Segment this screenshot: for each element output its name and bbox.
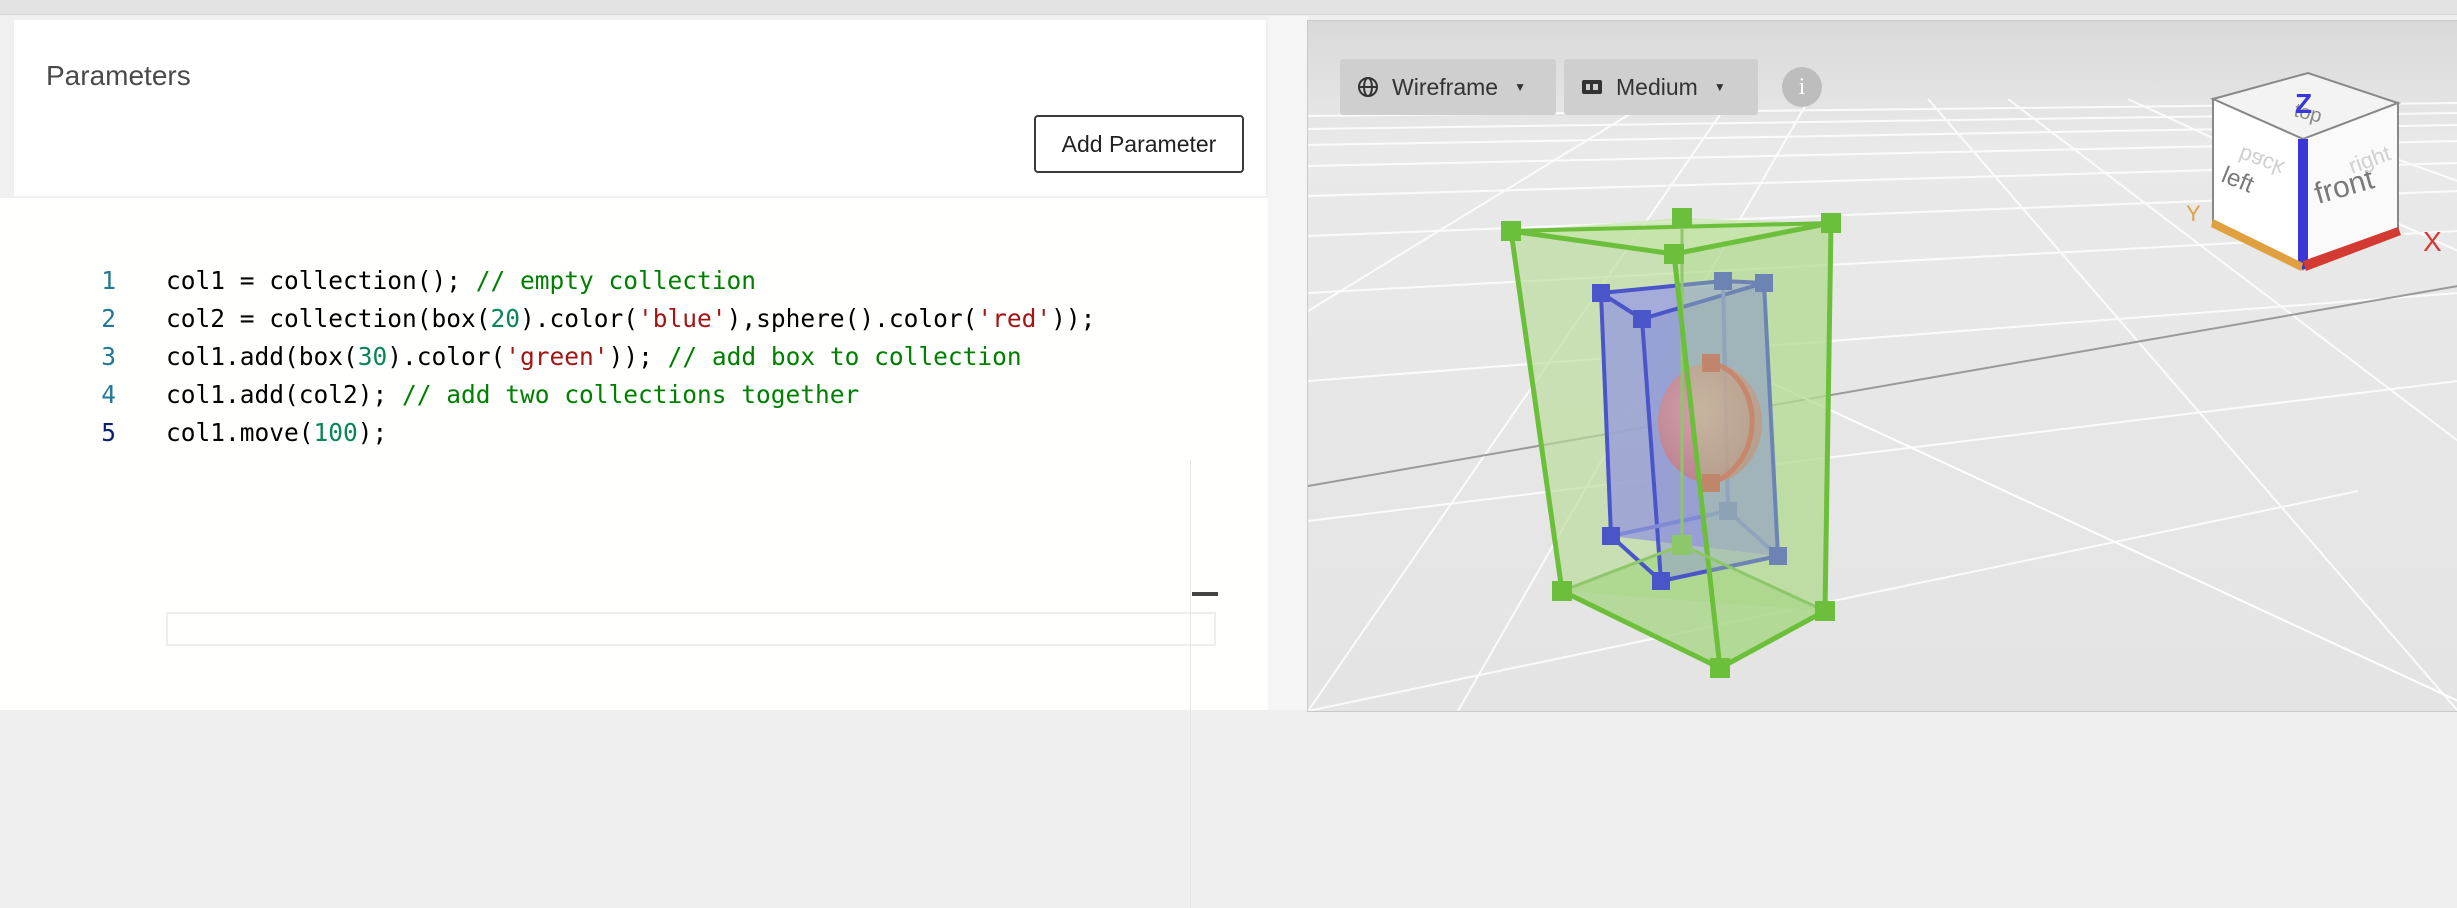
render-mode-label: Wireframe bbox=[1392, 73, 1499, 100]
code-token: )); bbox=[608, 342, 668, 371]
code-token: col1.move( bbox=[166, 418, 314, 447]
line-number: 5 bbox=[101, 418, 116, 447]
code-token: ).color( bbox=[387, 342, 506, 371]
code-text: col1.move(100); bbox=[166, 414, 387, 452]
code-token: ).color( bbox=[520, 304, 639, 333]
code-token: 'red' bbox=[977, 304, 1052, 333]
line-number: 2 bbox=[101, 304, 116, 333]
code-line[interactable]: 1 col1 = collection(); // empty collectio… bbox=[0, 262, 1220, 300]
code-line[interactable]: 5 col1.move(100); bbox=[0, 414, 1220, 452]
code-token: )); bbox=[1051, 304, 1096, 333]
editor-ruler bbox=[1190, 460, 1191, 908]
chevron-down-icon: ▼ bbox=[1514, 80, 1526, 94]
code-token: 'blue' bbox=[638, 304, 727, 333]
code-line[interactable]: 4 col1.add(col2); // add two collections … bbox=[0, 376, 1220, 414]
code-token: 30 bbox=[357, 342, 388, 371]
hd-quality-icon bbox=[1582, 80, 1602, 94]
code-line[interactable]: 2 col2 = collection(box(20).color('blue')… bbox=[0, 300, 1220, 338]
3d-scene[interactable]: top left front back right Z X Y bbox=[1308, 21, 2457, 711]
code-text: col1.add(col2); // add two collections t… bbox=[166, 376, 859, 414]
code-token: // empty collection bbox=[475, 266, 757, 295]
quality-label: Medium bbox=[1616, 73, 1698, 100]
code-text: col2 = collection(box(20).color('blue'),… bbox=[166, 300, 1095, 338]
quality-dropdown[interactable]: Medium ▼ bbox=[1564, 59, 1758, 115]
add-parameter-button[interactable]: Add Parameter bbox=[1034, 115, 1244, 173]
code-token: col1 = collection(); bbox=[166, 266, 476, 295]
z-axis-bar bbox=[2298, 139, 2308, 269]
globe-icon bbox=[1358, 77, 1378, 97]
code-token: col1.add(col2); bbox=[166, 380, 403, 409]
line-number: 3 bbox=[101, 342, 116, 371]
code-editor[interactable]: 1 col1 = collection(); // empty collectio… bbox=[0, 198, 1268, 908]
code-line[interactable]: 3 col1.add(box(30).color('green')); // ad… bbox=[0, 338, 1220, 376]
code-text: col1 = collection(); // empty collection bbox=[166, 262, 756, 300]
code-token: // add box to collection bbox=[667, 342, 1022, 371]
code-token: // add two collections together bbox=[402, 380, 860, 409]
parameters-title: Parameters bbox=[46, 60, 191, 91]
z-axis-label: Z bbox=[2295, 88, 2312, 119]
3d-viewport[interactable]: top left front back right Z X Y Wirefram… bbox=[1307, 20, 2457, 712]
code-token: 20 bbox=[490, 304, 521, 333]
code-token: ),sphere().color( bbox=[726, 304, 978, 333]
code-token: 100 bbox=[313, 418, 358, 447]
editor-scrollbar-marker[interactable] bbox=[1192, 592, 1218, 596]
parameters-panel: Parameters Add Parameter bbox=[14, 20, 1266, 196]
top-strip bbox=[0, 0, 2457, 15]
x-axis-label: X bbox=[2423, 226, 2442, 257]
code-token: 'green' bbox=[505, 342, 609, 371]
code-token: col2 = collection(box( bbox=[166, 304, 491, 333]
y-axis-label: Y bbox=[2186, 201, 2201, 226]
code-text: col1.add(box(30).color('green')); // add… bbox=[166, 338, 1022, 376]
current-line-highlight bbox=[166, 612, 1216, 646]
line-number: 1 bbox=[101, 266, 116, 295]
render-mode-dropdown[interactable]: Wireframe ▼ bbox=[1340, 59, 1556, 115]
code-token: col1.add(box( bbox=[166, 342, 358, 371]
line-number: 4 bbox=[101, 380, 116, 409]
chevron-down-icon: ▼ bbox=[1713, 80, 1726, 94]
pane-divider[interactable] bbox=[1268, 16, 1308, 710]
code-token: ); bbox=[357, 418, 388, 447]
info-button[interactable]: i bbox=[1782, 67, 1822, 107]
